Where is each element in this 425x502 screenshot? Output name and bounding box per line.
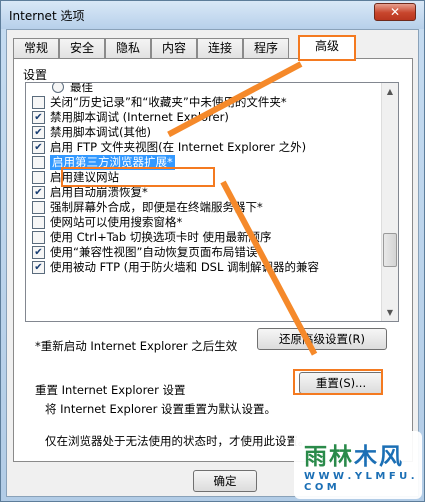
tab-connections[interactable]: 连接	[197, 38, 243, 58]
setting-label: 使用“兼容性视图”自动恢复页面布局错误	[50, 245, 258, 259]
ok-button[interactable]: 确定	[193, 470, 257, 492]
reset-section-tip: 仅在浏览器处于无法使用的状态时，才使用此设置。	[45, 434, 310, 448]
setting-row[interactable]: ✔ 使用被动 FTP (用于防火墙和 DSL 调制解调器的兼容	[26, 260, 382, 275]
tab-content[interactable]: 内容	[151, 38, 197, 58]
setting-label: 使用 Ctrl+Tab 切换选项卡时 使用最新顺序	[50, 230, 272, 244]
setting-row[interactable]: ✔ 启用 FTP 文件夹视图(在 Internet Explorer 之外)	[26, 140, 382, 155]
setting-row[interactable]: ✔ 使用“兼容性视图”自动恢复页面布局错误	[26, 245, 382, 260]
radio-button[interactable]	[52, 83, 64, 93]
highlight-box-reset	[293, 369, 383, 395]
scroll-up-icon[interactable]: ▲	[382, 83, 398, 100]
setting-row[interactable]: 使用 Ctrl+Tab 切换选项卡时 使用最新顺序	[26, 230, 382, 245]
setting-checkbox[interactable]: ✔	[32, 111, 45, 124]
close-button[interactable]: ✕	[374, 3, 416, 21]
setting-checkbox[interactable]: ✔	[32, 246, 45, 259]
setting-label: 最佳	[70, 83, 93, 94]
setting-checkbox[interactable]: ✔	[32, 186, 45, 199]
setting-row[interactable]: 强制屏幕外合成，即便是在终端服务器下*	[26, 200, 382, 215]
close-icon: ✕	[389, 5, 401, 19]
highlight-box-extension	[61, 167, 215, 187]
setting-checkbox[interactable]	[32, 156, 45, 169]
scrollbar-thumb[interactable]	[383, 233, 397, 267]
setting-checkbox[interactable]	[32, 96, 45, 109]
title-bar: Internet 选项 ✕	[1, 1, 424, 29]
tab-general[interactable]: 常规	[13, 38, 59, 58]
setting-checkbox[interactable]	[32, 201, 45, 214]
setting-label: 启用自动崩溃恢复*	[50, 185, 148, 199]
watermark-logo: 雨林木风 W W W . Y L M F U . C O M	[294, 431, 422, 499]
internet-options-window: Internet 选项 ✕ 常规 安全 隐私 内容 连接 程序 高级 设置 最佳…	[0, 0, 425, 502]
restore-advanced-button[interactable]: 还原高级设置(R)	[257, 328, 387, 350]
setting-checkbox[interactable]: ✔	[32, 261, 45, 274]
settings-list[interactable]: 最佳 关闭“历史记录”和“收藏夹”中未使用的文件夹* ✔ 禁用脚本调试 (Intern…	[25, 82, 399, 322]
setting-row[interactable]: 使网站可以使用搜索窗格*	[26, 215, 382, 230]
window-title: Internet 选项	[9, 9, 85, 23]
setting-label: 关闭“历史记录”和“收藏夹”中未使用的文件夹*	[50, 95, 287, 109]
reset-section-label: 重置 Internet Explorer 设置	[35, 383, 186, 397]
reset-section-desc: 将 Internet Explorer 设置重置为默认设置。	[45, 402, 277, 416]
setting-label: 启用 FTP 文件夹视图(在 Internet Explorer 之外)	[50, 140, 307, 154]
tab-security[interactable]: 安全	[59, 38, 105, 58]
setting-row[interactable]: ✔ 禁用脚本调试(其他)	[26, 125, 382, 140]
setting-checkbox[interactable]	[32, 171, 45, 184]
setting-label: 使网站可以使用搜索窗格*	[50, 215, 183, 229]
setting-label: 使用被动 FTP (用于防火墙和 DSL 调制解调器的兼容	[50, 260, 320, 274]
setting-checkbox[interactable]: ✔	[32, 126, 45, 139]
watermark-title: 雨林木风	[304, 444, 404, 470]
dialog-body: 常规 安全 隐私 内容 连接 程序 高级 设置 最佳 关闭“历史记录”和“收藏夹”…	[6, 29, 419, 497]
tab-programs[interactable]: 程序	[243, 38, 289, 58]
settings-group-label: 设置	[23, 68, 48, 82]
setting-row[interactable]: ✔ 启用自动崩溃恢复*	[26, 185, 382, 200]
settings-scrollbar[interactable]: ▲ ▼	[381, 83, 398, 321]
watermark-url: W W W . Y L M F U . C O M	[304, 471, 415, 493]
scroll-down-icon[interactable]: ▼	[382, 304, 398, 321]
setting-checkbox[interactable]	[32, 216, 45, 229]
setting-row[interactable]: 最佳	[26, 83, 382, 95]
setting-label: 禁用脚本调试(其他)	[50, 125, 151, 139]
setting-checkbox[interactable]	[32, 231, 45, 244]
tab-advanced[interactable]: 高级	[298, 35, 356, 61]
setting-checkbox[interactable]: ✔	[32, 141, 45, 154]
setting-row[interactable]: 关闭“历史记录”和“收藏夹”中未使用的文件夹*	[26, 95, 382, 110]
tab-privacy[interactable]: 隐私	[105, 38, 151, 58]
restart-note: *重新启动 Internet Explorer 之后生效	[35, 339, 238, 353]
